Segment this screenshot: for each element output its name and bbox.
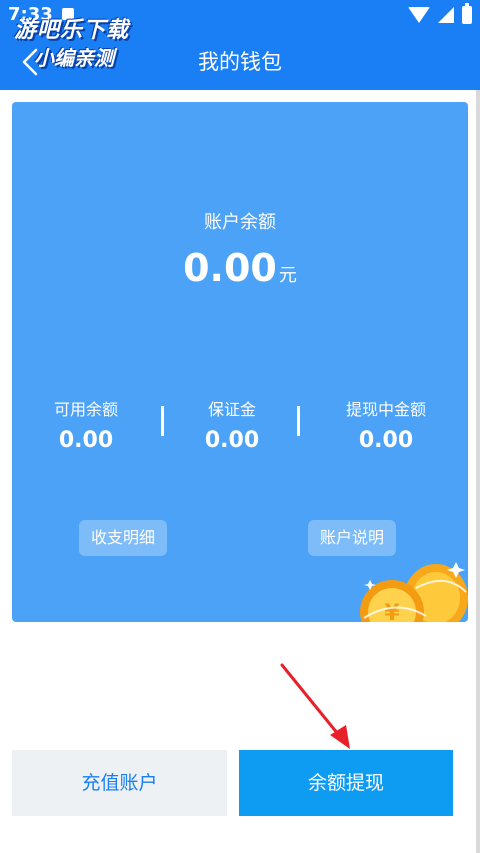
stat-divider bbox=[161, 406, 164, 436]
svg-text:¥: ¥ bbox=[384, 601, 400, 622]
scroll-edge bbox=[476, 90, 480, 853]
stat-label: 可用余额 bbox=[53, 400, 118, 419]
stat-available: 可用余额 0.00 bbox=[12, 396, 166, 453]
coins-icon: ¥ bbox=[360, 562, 468, 622]
stat-deposit: 保证金 0.00 bbox=[152, 396, 312, 453]
recharge-button[interactable]: 充值账户 bbox=[12, 750, 227, 816]
balance-label: 账户余额 bbox=[204, 212, 276, 233]
wallet-card: 账户余额 0.00 元 可用余额 0.00 保证金 0.00 提现中金额 0.00… bbox=[12, 102, 468, 622]
balance-stats: 可用余额 0.00 保证金 0.00 提现中金额 0.00 bbox=[12, 396, 468, 456]
stat-value: 0.00 bbox=[58, 428, 114, 453]
signal-icon bbox=[438, 7, 454, 23]
wifi-icon bbox=[408, 7, 430, 23]
balance-value: 0.00 元 bbox=[12, 246, 468, 290]
transaction-detail-button[interactable]: 收支明细 bbox=[79, 520, 168, 556]
app-header: 7:33 游吧乐下载 小编亲测 我的钱包 bbox=[0, 0, 480, 90]
stat-divider bbox=[297, 406, 300, 436]
balance-amount: 0.00 bbox=[183, 246, 277, 290]
stat-withdrawing: 提现中金额 0.00 bbox=[306, 396, 466, 453]
battery-icon bbox=[462, 3, 472, 24]
balance-unit: 元 bbox=[278, 265, 297, 286]
page-title: 我的钱包 bbox=[198, 50, 282, 74]
stat-value: 0.00 bbox=[204, 428, 260, 453]
account-info-button[interactable]: 账户说明 bbox=[308, 520, 397, 556]
stat-label: 保证金 bbox=[207, 400, 256, 419]
stat-value: 0.00 bbox=[358, 428, 414, 453]
stat-label: 提现中金额 bbox=[345, 400, 426, 419]
watermark-line1: 游吧乐下载 bbox=[14, 18, 130, 43]
status-icons bbox=[408, 3, 472, 24]
pointer-arrow-icon bbox=[280, 663, 350, 749]
withdraw-button[interactable]: 余额提现 bbox=[239, 750, 453, 816]
